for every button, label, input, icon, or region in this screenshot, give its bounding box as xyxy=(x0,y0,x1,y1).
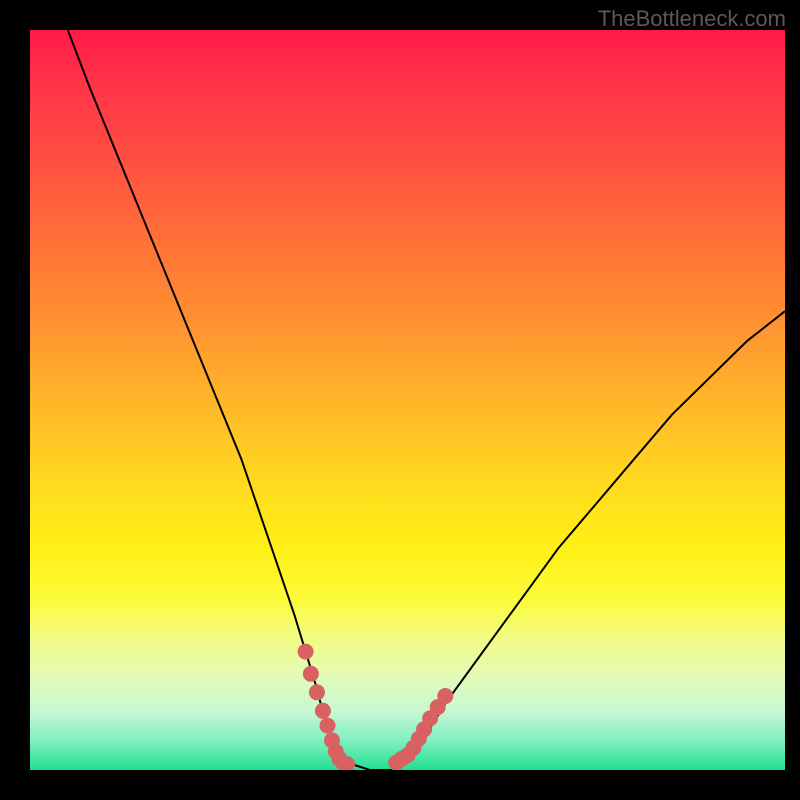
optimal-markers-left xyxy=(298,644,356,770)
bottleneck-curve-path xyxy=(68,30,785,770)
watermark-text: TheBottleneck.com xyxy=(598,6,786,32)
optimal-markers-right xyxy=(388,688,453,770)
chart-plot-area xyxy=(30,30,785,770)
curve-svg xyxy=(30,30,785,770)
